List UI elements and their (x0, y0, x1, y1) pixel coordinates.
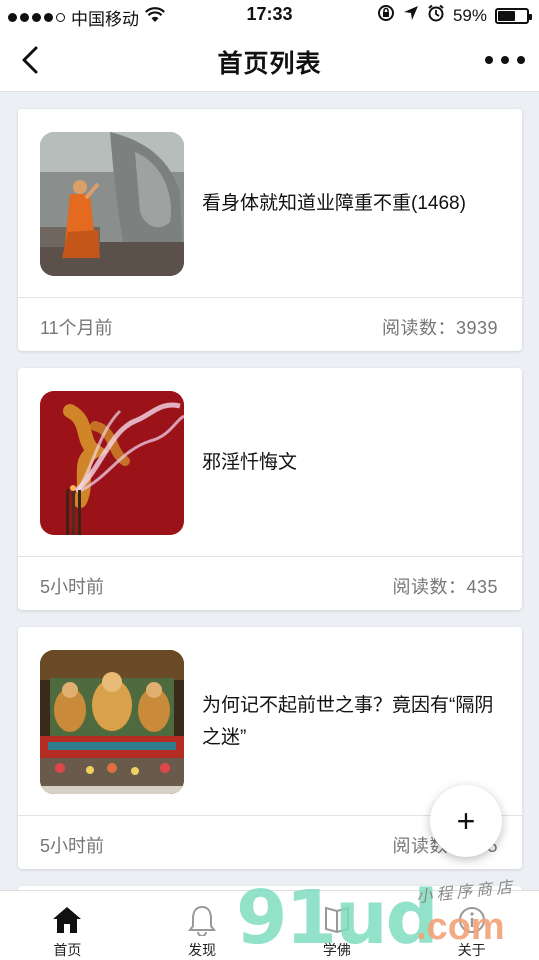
article-time: 5小时前 (40, 577, 105, 597)
tab-label: 首页 (53, 942, 82, 958)
alarm-icon (427, 4, 445, 27)
more-dot (485, 56, 493, 64)
temple-statues-image (40, 650, 184, 794)
page-title: 首页列表 (217, 50, 322, 78)
incense-smoke-image (40, 391, 184, 535)
home-icon (50, 903, 84, 936)
article-read-count: 阅读数：435 (392, 577, 498, 597)
monk-praying-image (40, 132, 184, 276)
article-card[interactable]: 看身体就知道业障重不重(1468) 11个月前 阅读数：3939 (18, 109, 522, 351)
article-time: 11个月前 (40, 318, 113, 338)
article-body: 为何记不起前世之事？竟因有“隔阴之迷” (18, 627, 522, 816)
info-icon (455, 903, 489, 936)
tab-label: 发现 (188, 942, 217, 958)
more-dot (517, 56, 525, 64)
article-card[interactable]: 邪淫忏悔文 5小时前 阅读数：435 (18, 368, 522, 610)
location-icon (403, 5, 419, 26)
article-title: 邪淫忏悔文 (202, 451, 298, 473)
tab-discover[interactable]: 发现 (135, 891, 270, 960)
tab-label: 关于 (457, 942, 486, 958)
battery-percent: 59% (452, 5, 487, 25)
article-footer: 11个月前 阅读数：3939 (18, 298, 522, 351)
article-footer: 5小时前 阅读数：435 (18, 557, 522, 610)
article-time: 5小时前 (40, 836, 105, 856)
navigation-bar: 首页列表 (0, 30, 539, 92)
book-icon (320, 903, 354, 936)
article-body: 邪淫忏悔文 (18, 368, 522, 557)
tab-label: 学佛 (322, 942, 351, 958)
bell-icon (185, 903, 219, 936)
add-button[interactable]: + (430, 785, 502, 857)
status-right: 59% (377, 4, 532, 27)
more-dot (501, 56, 509, 64)
tab-home[interactable]: 首页 (0, 891, 135, 960)
status-bar: 中国移动 17:33 59% (0, 0, 539, 30)
lock-rotation-icon (377, 4, 395, 27)
battery-icon (495, 7, 532, 24)
tab-bar: 首页 发现 学佛 关于 (0, 890, 539, 960)
article-body: 看身体就知道业障重不重(1468) (18, 109, 522, 298)
tab-about[interactable]: 关于 (404, 891, 539, 960)
article-read-count: 阅读数：3939 (381, 318, 498, 338)
more-button[interactable] (485, 48, 525, 72)
battery-fill (498, 10, 515, 21)
tab-learn[interactable]: 学佛 (270, 891, 405, 960)
article-title: 看身体就知道业障重不重(1468) (202, 192, 466, 214)
